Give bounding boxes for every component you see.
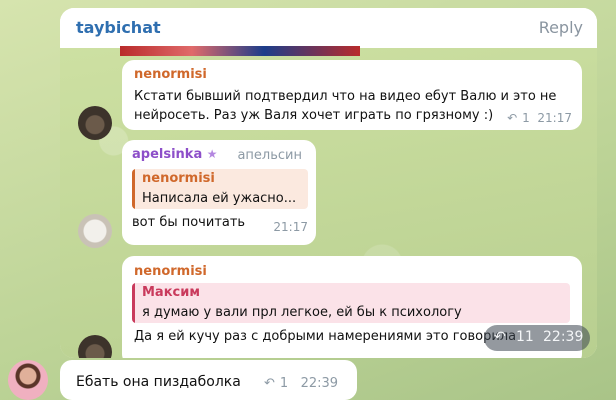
reply-count: 11 bbox=[516, 329, 534, 345]
reply-button[interactable]: Reply bbox=[539, 18, 583, 37]
message-author[interactable]: nenormisi bbox=[134, 264, 207, 279]
thread-header: taybichat Reply bbox=[60, 8, 597, 48]
avatar[interactable] bbox=[8, 360, 48, 400]
avatar[interactable] bbox=[78, 335, 112, 358]
reply-count: 1 bbox=[279, 376, 289, 391]
avatar[interactable] bbox=[78, 214, 112, 248]
message-text: Ебать она пиздаболка bbox=[76, 374, 241, 390]
thread-messages: nenormisi Кстати бывший подтвердил что н… bbox=[60, 46, 597, 358]
message-time: 22:39 bbox=[543, 329, 584, 345]
message-text: Да я ей кучу раз с добрыми намерениями э… bbox=[134, 329, 517, 344]
media-thumbnail[interactable] bbox=[120, 46, 360, 56]
quote-bar bbox=[132, 283, 135, 323]
star-badge-icon: ★ bbox=[206, 147, 218, 161]
message-bubble[interactable]: nenormisi Кстати бывший подтвердил что н… bbox=[122, 60, 582, 130]
message-time: 21:17 bbox=[273, 220, 308, 234]
message-bubble[interactable]: Ебать она пиздаболка ↶ 1 22:39 bbox=[60, 360, 357, 400]
message-meta[interactable]: ↶ 1 21:17 bbox=[507, 111, 572, 125]
message-time: 21:17 bbox=[537, 111, 572, 125]
quote-text: Написала ей ужасно... bbox=[142, 191, 297, 206]
message-text-line: нейросеть. Раз уж Валя хочет играть по г… bbox=[134, 108, 494, 123]
reply-count: 1 bbox=[522, 111, 530, 125]
message-text-line: Кстати бывший подтвердил что на видео еб… bbox=[134, 89, 557, 104]
quote-author: Максим bbox=[142, 285, 200, 300]
quote-text: я думаю у вали прл легкое, ей бы к психо… bbox=[142, 305, 462, 320]
message-text: Кстати бывший подтвердил что на видео еб… bbox=[134, 87, 564, 125]
quoted-message[interactable]: nenormisi Написала ей ужасно... bbox=[132, 169, 308, 209]
avatar[interactable] bbox=[78, 106, 112, 140]
quote-bar bbox=[132, 169, 135, 209]
message-author[interactable]: nenormisi bbox=[134, 67, 207, 82]
reply-arrow-icon: ↶ bbox=[494, 329, 506, 345]
chat-title[interactable]: taybichat bbox=[76, 18, 161, 37]
author-name: apelsinka bbox=[132, 147, 203, 162]
reply-arrow-icon: ↶ bbox=[264, 376, 275, 391]
message-meta[interactable]: ↶ 11 22:39 bbox=[484, 325, 590, 351]
message-time: 22:39 bbox=[300, 376, 339, 391]
message-text: вот бы почитать bbox=[132, 215, 246, 230]
quoted-message[interactable]: Максим я думаю у вали прл легкое, ей бы … bbox=[132, 283, 570, 323]
reply-arrow-icon: ↶ bbox=[507, 111, 518, 125]
quote-author: nenormisi bbox=[142, 171, 215, 186]
author-rank: апельсин bbox=[237, 148, 302, 163]
message-meta[interactable]: ↶ 1 22:39 bbox=[264, 376, 338, 391]
message-bubble[interactable]: apelsinka ★ апельсин nenormisi Написала … bbox=[122, 140, 316, 245]
reply-thread-card: taybichat Reply nenormisi Кстати бывший … bbox=[60, 8, 597, 358]
message-author[interactable]: apelsinka ★ bbox=[132, 147, 218, 162]
